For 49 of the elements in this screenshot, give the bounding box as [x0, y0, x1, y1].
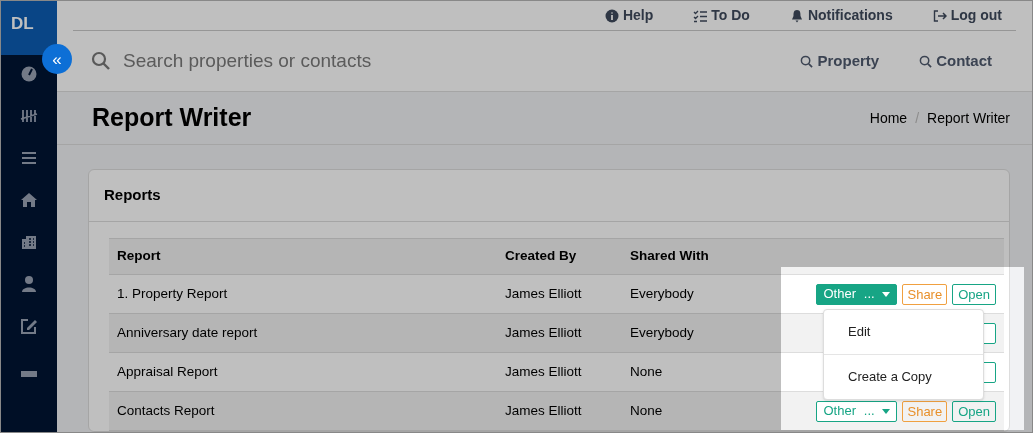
- menu-icon[interactable]: [20, 149, 38, 167]
- user-icon[interactable]: [20, 275, 38, 293]
- table-cell-text: James Elliott: [504, 362, 583, 381]
- tally-icon[interactable]: [20, 107, 38, 125]
- building-icon[interactable]: [20, 233, 38, 251]
- table-cell-text: Contacts Report: [116, 401, 216, 420]
- search-field[interactable]: Search properties or contacts: [123, 46, 801, 76]
- menu-item[interactable]: Create a Copy: [824, 355, 983, 399]
- checklist-icon: [693, 8, 708, 23]
- column-header: Report: [116, 247, 162, 266]
- table-cell-text: Anniversary date report: [116, 323, 259, 342]
- caret-icon: [882, 291, 891, 297]
- search-type-button[interactable]: Contact: [919, 49, 992, 73]
- search-type-button[interactable]: Property: [800, 49, 880, 73]
- info-icon: [604, 8, 619, 23]
- card-title: Reports: [104, 185, 161, 206]
- other-dropdown-button[interactable]: Other ...: [816, 400, 898, 422]
- search-icon: [800, 54, 814, 68]
- search-icon: [919, 54, 933, 68]
- table-cell-text: James Elliott: [504, 323, 583, 342]
- table-cell-text: James Elliott: [504, 401, 583, 420]
- table-cell-text: Appraisal Report: [116, 362, 219, 381]
- menu-item[interactable]: Edit: [824, 310, 983, 354]
- search-icon: [91, 51, 111, 71]
- breadcrumb-page: Report Writer: [927, 108, 1010, 128]
- table-cell-text: James Elliott: [504, 284, 583, 303]
- table-cell-text: None: [629, 362, 664, 381]
- bell-icon: [789, 8, 804, 23]
- caret-icon: [882, 408, 891, 414]
- table-cell-text: 1. Property Report: [116, 284, 229, 303]
- breadcrumb-link[interactable]: Home: [869, 107, 908, 129]
- page-title: Report Writer: [92, 102, 252, 134]
- app-logo[interactable]: DL: [1, 1, 57, 55]
- top-link[interactable]: To Do: [693, 5, 750, 26]
- column-header: Shared With: [629, 247, 710, 266]
- column-header: Created By: [504, 247, 578, 266]
- top-link[interactable]: Help: [604, 5, 654, 26]
- home-icon[interactable]: [20, 191, 38, 209]
- table-cell-text: None: [629, 401, 664, 420]
- top-link[interactable]: Notifications: [789, 5, 893, 26]
- top-link[interactable]: Log out: [932, 5, 1002, 26]
- other-dropdown-button[interactable]: Other ...: [816, 283, 898, 305]
- gauge-icon[interactable]: [20, 65, 38, 83]
- breadcrumb-separator: /: [915, 108, 919, 128]
- logout-icon: [932, 8, 947, 23]
- open-button[interactable]: Open: [952, 283, 996, 305]
- edit-icon[interactable]: [20, 317, 38, 335]
- table-cell-text: Everybody: [629, 284, 695, 303]
- table-cell-text: Everybody: [629, 323, 695, 342]
